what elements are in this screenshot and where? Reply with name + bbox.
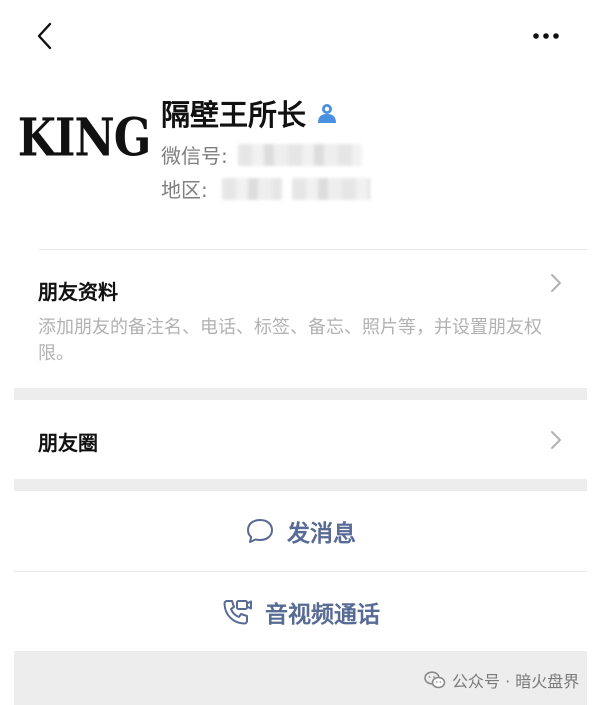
region-row: 地区: — [161, 174, 370, 203]
watermark-text: 公众号 · 暗火盘界 — [452, 672, 580, 691]
contact-profile-page: KING 隔壁王所长 微信号: 地区: 朋友资料 添加朋友的备注名、电话、标签、… — [14, 0, 587, 705]
section-gap — [14, 388, 587, 400]
watermark: 公众号 · 暗火盘界 — [424, 668, 579, 692]
friend-profile-title: 朋友资料 — [38, 280, 118, 304]
section-gap — [14, 479, 587, 491]
wechat-id-label: 微信号: — [161, 144, 228, 168]
send-message-label: 发消息 — [287, 521, 356, 547]
more-button[interactable] — [528, 22, 564, 50]
region-redacted-2 — [291, 177, 370, 200]
more-dots-icon — [533, 33, 559, 39]
wechat-id-redacted — [237, 143, 362, 166]
video-call-button[interactable]: 音视频通话 — [14, 572, 587, 652]
chevron-right-icon — [551, 431, 561, 449]
back-arrow-icon — [37, 22, 52, 50]
contact-name: 隔壁王所长 — [161, 98, 307, 132]
video-call-label: 音视频通话 — [265, 602, 380, 628]
avatar-text: KING — [17, 107, 152, 169]
region-redacted-1 — [221, 177, 282, 200]
top-bar — [14, 0, 587, 72]
send-message-button[interactable]: 发消息 — [14, 491, 587, 571]
video-call-icon — [223, 600, 252, 625]
chat-bubble-icon — [247, 519, 273, 543]
region-label: 地区: — [161, 178, 208, 202]
wechat-logo-icon — [424, 671, 446, 689]
verified-user-icon — [318, 104, 337, 123]
avatar[interactable]: KING — [18, 98, 151, 178]
friend-profile-description: 添加朋友的备注名、电话、标签、备忘、照片等，并设置朋友权限。 — [38, 317, 542, 364]
moments-title: 朋友圈 — [38, 431, 98, 455]
contact-name-row: 隔壁王所长 — [161, 92, 338, 134]
friend-profile-section[interactable]: 朋友资料 添加朋友的备注名、电话、标签、备忘、照片等，并设置朋友权限。 — [14, 250, 587, 387]
back-button[interactable] — [32, 18, 60, 54]
chevron-right-icon — [551, 274, 561, 292]
moments-section[interactable]: 朋友圈 — [14, 400, 587, 479]
wechat-id-row: 微信号: — [161, 140, 362, 169]
